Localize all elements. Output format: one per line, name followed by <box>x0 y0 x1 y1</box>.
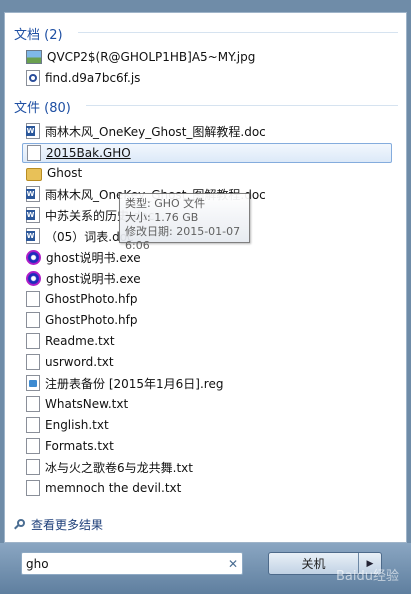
search-input[interactable] <box>22 556 224 571</box>
text-file-icon <box>26 459 40 475</box>
doc-file-icon <box>26 123 40 139</box>
exe-file-icon <box>26 249 41 265</box>
folder-icon <box>26 167 42 181</box>
files-item-1[interactable]: 雨林木风_OneKey_Ghost_图解教程.doc <box>22 121 392 141</box>
tooltip-date: 修改日期: 2015-01-07 6:06 <box>125 225 241 252</box>
text-file-icon <box>26 396 40 412</box>
text-file-icon <box>26 480 40 496</box>
see-more-results-label: 查看更多结果 <box>31 518 104 532</box>
files-item-10[interactable]: GhostPhoto.hfp <box>22 310 392 330</box>
documents-item-label: QVCP2$(R@GHOLP1HB]A5~MY.jpg <box>47 50 256 64</box>
files-item-label: Readme.txt <box>45 334 115 348</box>
files-item-label: 2015Bak.GHO <box>46 146 131 160</box>
doc-file-icon <box>26 228 40 244</box>
files-item-15[interactable]: English.txt <box>22 415 392 435</box>
files-group-divider <box>86 105 398 106</box>
search-icon <box>14 518 26 531</box>
text-file-icon <box>26 438 40 454</box>
documents-item-1[interactable]: QVCP2$(R@GHOLP1HB]A5~MY.jpg <box>22 47 392 67</box>
text-file-icon <box>26 333 40 349</box>
files-item-label: English.txt <box>45 418 109 432</box>
files-item-label: ghost说明书.exe <box>46 271 141 286</box>
files-item-label: 冰与火之歌卷6与龙共舞.txt <box>45 460 193 475</box>
files-item-label: GhostPhoto.hfp <box>45 292 138 306</box>
blank-file-icon <box>26 312 40 328</box>
watermark: Baidu经验 <box>336 569 399 584</box>
files-item-label: Ghost <box>47 166 83 180</box>
doc-file-icon <box>26 186 40 202</box>
tooltip-size: 大小: 1.76 GB <box>125 211 199 224</box>
files-item-2-selected[interactable]: 2015Bak.GHO <box>22 143 392 163</box>
files-item-16[interactable]: Formats.txt <box>22 436 392 456</box>
reg-file-icon <box>26 375 40 391</box>
files-item-18[interactable]: memnoch the devil.txt <box>22 478 392 498</box>
clear-icon[interactable]: ✕ <box>224 557 242 571</box>
see-more-results-link[interactable]: 查看更多结果 <box>14 516 103 533</box>
text-file-icon <box>26 417 40 433</box>
search-box[interactable]: ✕ <box>21 552 243 575</box>
tooltip-type: 类型: GHO 文件 <box>125 197 206 210</box>
file-info-tooltip: 类型: GHO 文件 大小: 1.76 GB 修改日期: 2015-01-07 … <box>119 193 250 252</box>
doc-file-icon <box>26 207 40 223</box>
documents-group-header[interactable]: 文档 (2) <box>14 24 63 43</box>
files-item-11[interactable]: Readme.txt <box>22 331 392 351</box>
text-file-icon <box>26 354 40 370</box>
exe-file-icon <box>26 270 41 286</box>
files-item-9[interactable]: GhostPhoto.hfp <box>22 289 392 309</box>
files-item-17[interactable]: 冰与火之歌卷6与龙共舞.txt <box>22 457 392 477</box>
jpg-file-icon <box>26 50 42 64</box>
files-item-8[interactable]: ghost说明书.exe <box>22 268 392 288</box>
files-item-3[interactable]: Ghost <box>22 163 392 183</box>
documents-item-2[interactable]: find.d9a7bc6f.js <box>22 68 392 88</box>
files-item-label: GhostPhoto.hfp <box>45 313 138 327</box>
files-item-label: 雨林木风_OneKey_Ghost_图解教程.doc <box>45 124 266 139</box>
blank-file-icon <box>26 291 40 307</box>
files-group-header[interactable]: 文件 (80) <box>14 97 71 116</box>
files-item-14[interactable]: WhatsNew.txt <box>22 394 392 414</box>
files-item-label: memnoch the devil.txt <box>45 481 182 495</box>
js-file-icon <box>26 70 40 86</box>
files-item-13[interactable]: 注册表备份 [2015年1月6日].reg <box>22 373 392 393</box>
files-item-label: 注册表备份 [2015年1月6日].reg <box>45 376 224 391</box>
blank-file-icon <box>27 145 41 161</box>
files-item-12[interactable]: usrword.txt <box>22 352 392 372</box>
files-item-label: Formats.txt <box>45 439 114 453</box>
files-item-label: WhatsNew.txt <box>45 397 129 411</box>
documents-item-label: find.d9a7bc6f.js <box>45 71 141 85</box>
documents-group-divider <box>78 32 398 33</box>
files-item-label: usrword.txt <box>45 355 114 369</box>
